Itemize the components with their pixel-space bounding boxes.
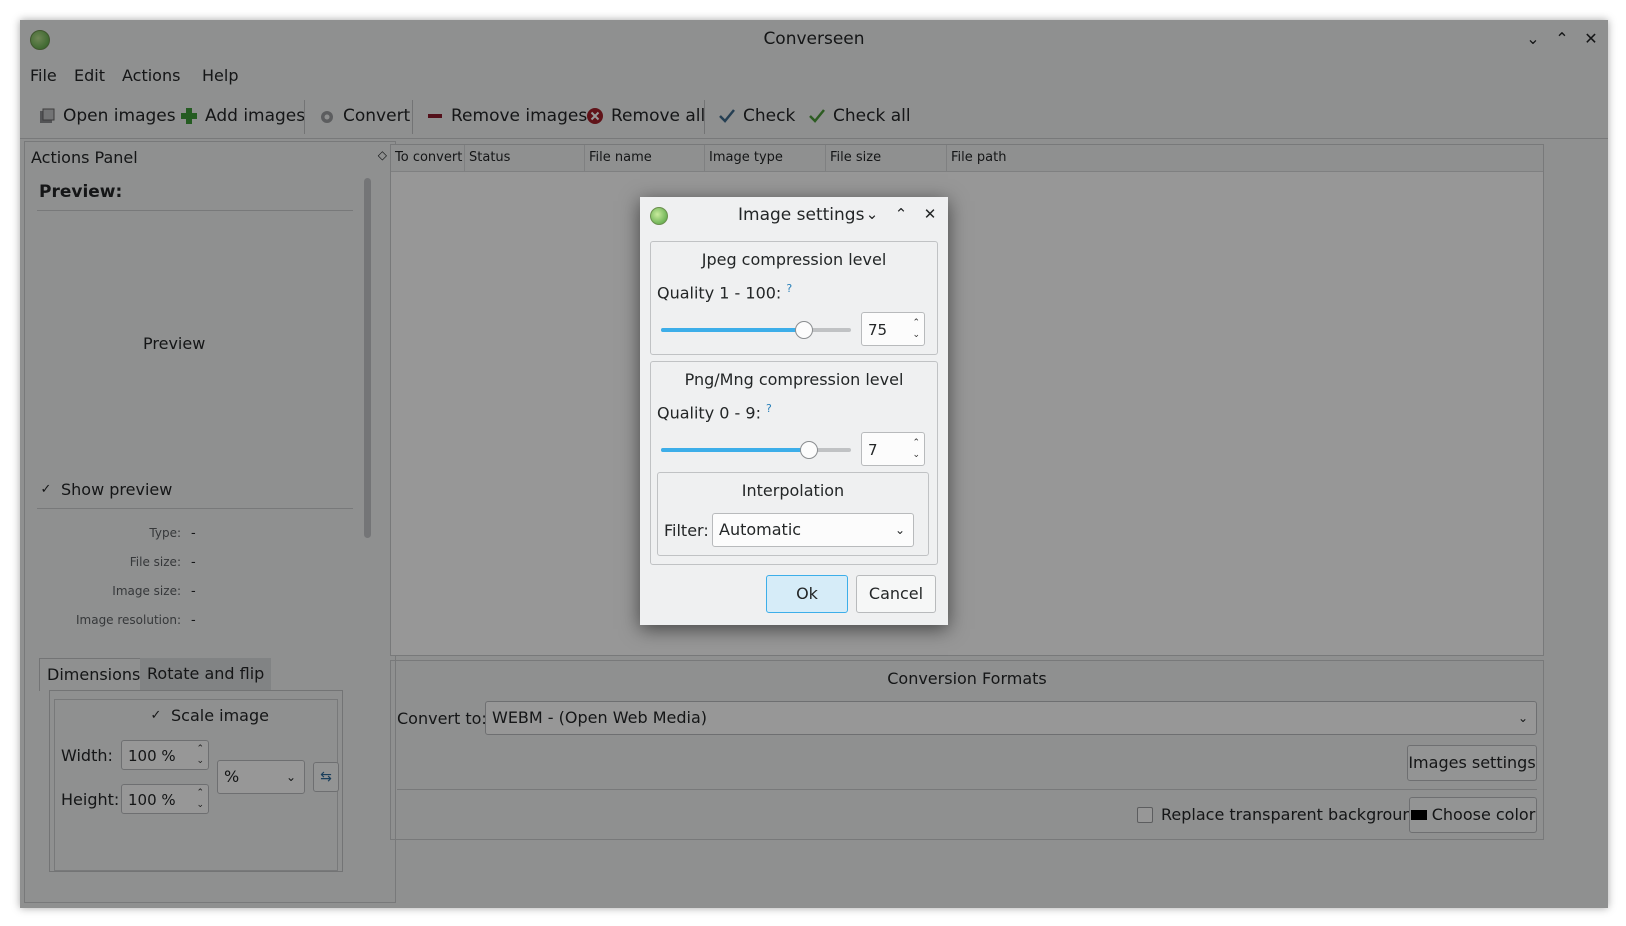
- jpeg-compression-group: Jpeg compression level Quality 1 - 100:?…: [650, 241, 938, 355]
- dialog-title: Image settings: [738, 205, 865, 225]
- png-quality-value: 7: [868, 441, 878, 459]
- jpeg-group-title: Jpeg compression level: [701, 250, 887, 269]
- png-group-title: Png/Mng compression level: [684, 370, 904, 389]
- close-icon[interactable]: ✕: [918, 202, 942, 226]
- jpeg-quality-slider[interactable]: [661, 321, 851, 339]
- spin-arrows-icon[interactable]: ⌃ ⌄: [912, 317, 920, 341]
- help-link[interactable]: ?: [786, 282, 792, 295]
- spin-arrows-icon[interactable]: ⌃ ⌄: [912, 437, 920, 461]
- filter-value: Automatic: [719, 520, 802, 539]
- minimize-icon[interactable]: ⌄: [860, 202, 884, 226]
- jpeg-quality-text: Quality 1 - 100:: [657, 283, 782, 303]
- filter-label: Filter:: [664, 521, 709, 540]
- help-link[interactable]: ?: [766, 402, 772, 415]
- jpeg-slider-handle[interactable]: [795, 321, 813, 339]
- cancel-button[interactable]: Cancel: [856, 575, 936, 613]
- chevron-down-icon: ⌄: [894, 523, 905, 537]
- png-quality-text: Quality 0 - 9:: [657, 403, 761, 423]
- interpolation-group: Interpolation Filter: Automatic ⌄: [657, 472, 929, 556]
- ok-button[interactable]: Ok: [766, 575, 848, 613]
- png-quality-slider[interactable]: [661, 441, 851, 459]
- png-compression-group: Png/Mng compression level Quality 0 - 9:…: [650, 361, 938, 565]
- jpeg-quality-spinbox[interactable]: 75 ⌃ ⌄: [861, 312, 925, 346]
- jpeg-quality-label: Quality 1 - 100:?: [657, 282, 792, 302]
- jpeg-slider-fill: [661, 328, 804, 332]
- image-settings-dialog: Image settings ⌄ ⌃ ✕ Jpeg compression le…: [640, 197, 948, 625]
- converseen-app-icon: [650, 207, 668, 225]
- dialog-title-bar: Image settings ⌄ ⌃ ✕: [640, 197, 948, 233]
- png-quality-label: Quality 0 - 9:?: [657, 402, 772, 422]
- png-slider-handle[interactable]: [800, 441, 818, 459]
- png-slider-fill: [661, 448, 809, 452]
- interpolation-title: Interpolation: [741, 481, 845, 500]
- png-quality-spinbox[interactable]: 7 ⌃ ⌄: [861, 432, 925, 466]
- maximize-icon[interactable]: ⌃: [889, 202, 913, 226]
- filter-combo[interactable]: Automatic ⌄: [712, 513, 914, 547]
- jpeg-quality-value: 75: [868, 321, 888, 339]
